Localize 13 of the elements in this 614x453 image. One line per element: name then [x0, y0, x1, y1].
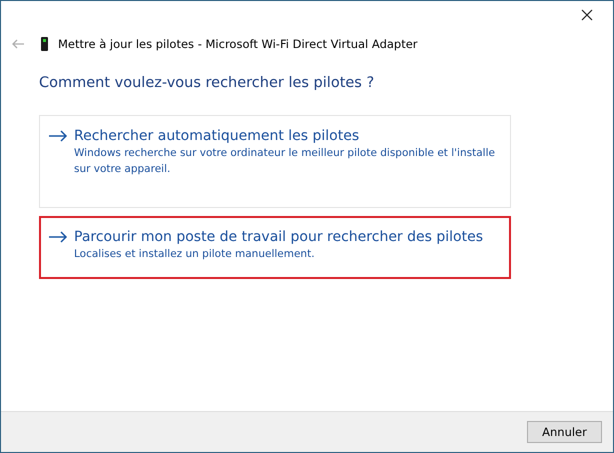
close-icon[interactable]: [581, 9, 593, 21]
option-title: Parcourir mon poste de travail pour rechercher des pilotes: [74, 229, 484, 245]
page-heading: Comment voulez-vous rechercher les pilotes ?: [39, 75, 376, 91]
cancel-button[interactable]: Annuler: [527, 421, 602, 443]
arrow-icon: [48, 231, 68, 243]
option-title: Rechercher automatiquement les pilotes: [74, 128, 360, 144]
window-title: Mettre à jour les pilotes - Microsoft Wi-Fi Direct Virtual Adapter: [58, 37, 418, 51]
option-link[interactable]: Parcourir mon poste de travail pour rechercher des pilotes Localises et installez un pilote manuellement.: [39, 216, 511, 279]
network-adapter-icon: [41, 37, 48, 51]
option-link[interactable]: Rechercher automatiquement les pilotes Windows recherche sur votre ordinateur le meilleur pilote disponible et l'installe sur votre appareil.: [39, 115, 511, 208]
option-description: Windows recherche sur votre ordinateur le meilleur pilote disponible et l'installe sur votre appareil.: [74, 146, 496, 177]
option-description: Localises et installez un pilote manuellement.: [74, 247, 316, 262]
arrow-icon: [48, 130, 68, 142]
